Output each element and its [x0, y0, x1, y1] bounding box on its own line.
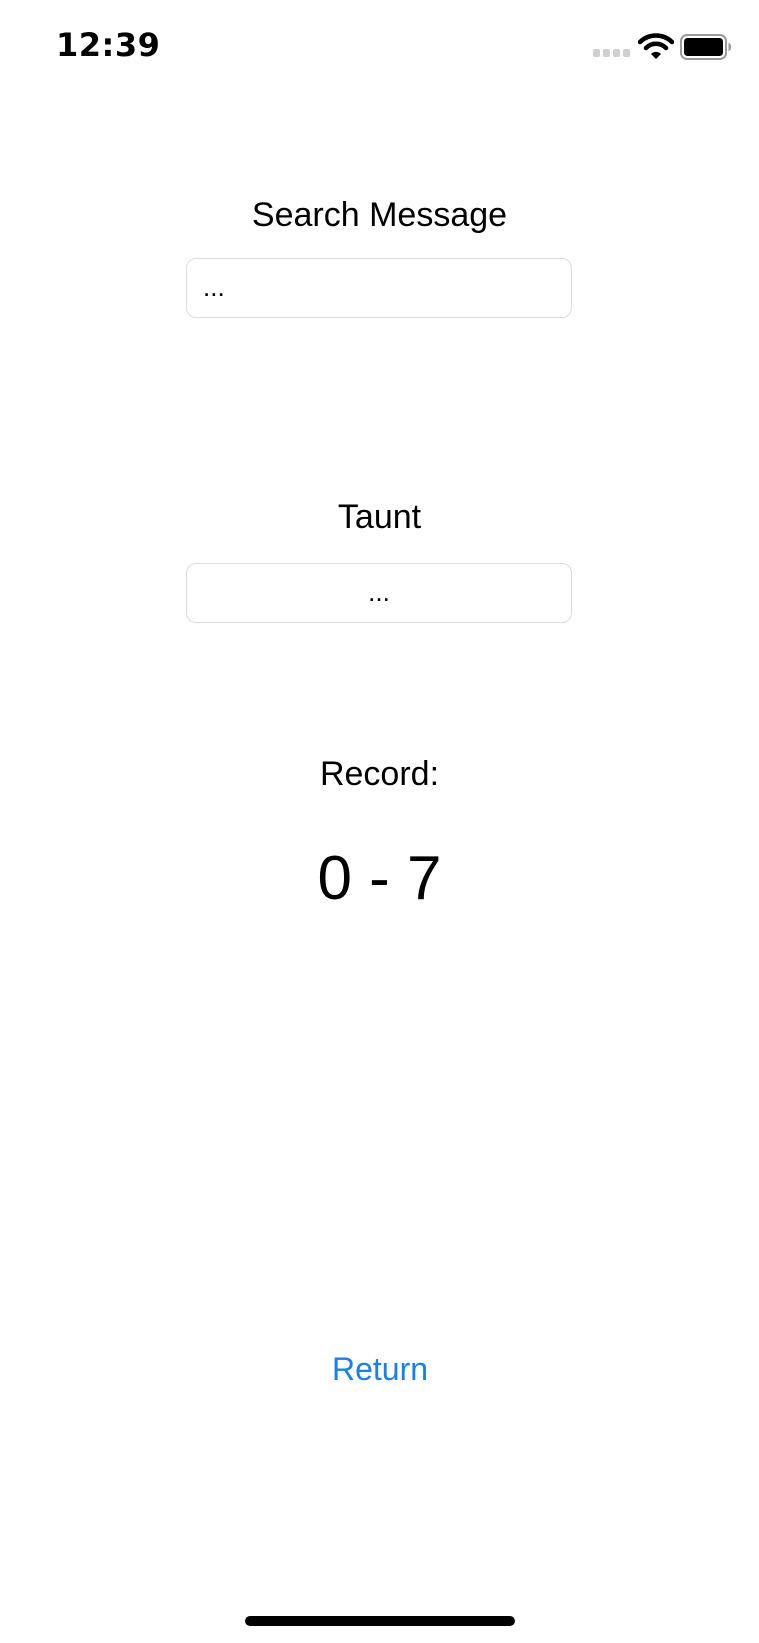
- home-indicator[interactable]: [245, 1616, 515, 1626]
- battery-icon: [680, 34, 731, 60]
- wifi-icon: [638, 33, 674, 59]
- record-value: 0 - 7: [317, 844, 442, 902]
- taunt-label: Taunt: [337, 498, 422, 536]
- record-label: Record:: [319, 755, 440, 793]
- cellular-signal-icon: [593, 49, 631, 58]
- search-message-label: Search Message: [251, 196, 508, 234]
- search-message-field[interactable]: ...: [186, 258, 572, 318]
- status-bar: 12:39: [0, 0, 759, 96]
- return-button[interactable]: Return: [300, 1346, 460, 1392]
- status-time: 12:39: [56, 26, 161, 64]
- taunt-field[interactable]: ...: [186, 563, 572, 623]
